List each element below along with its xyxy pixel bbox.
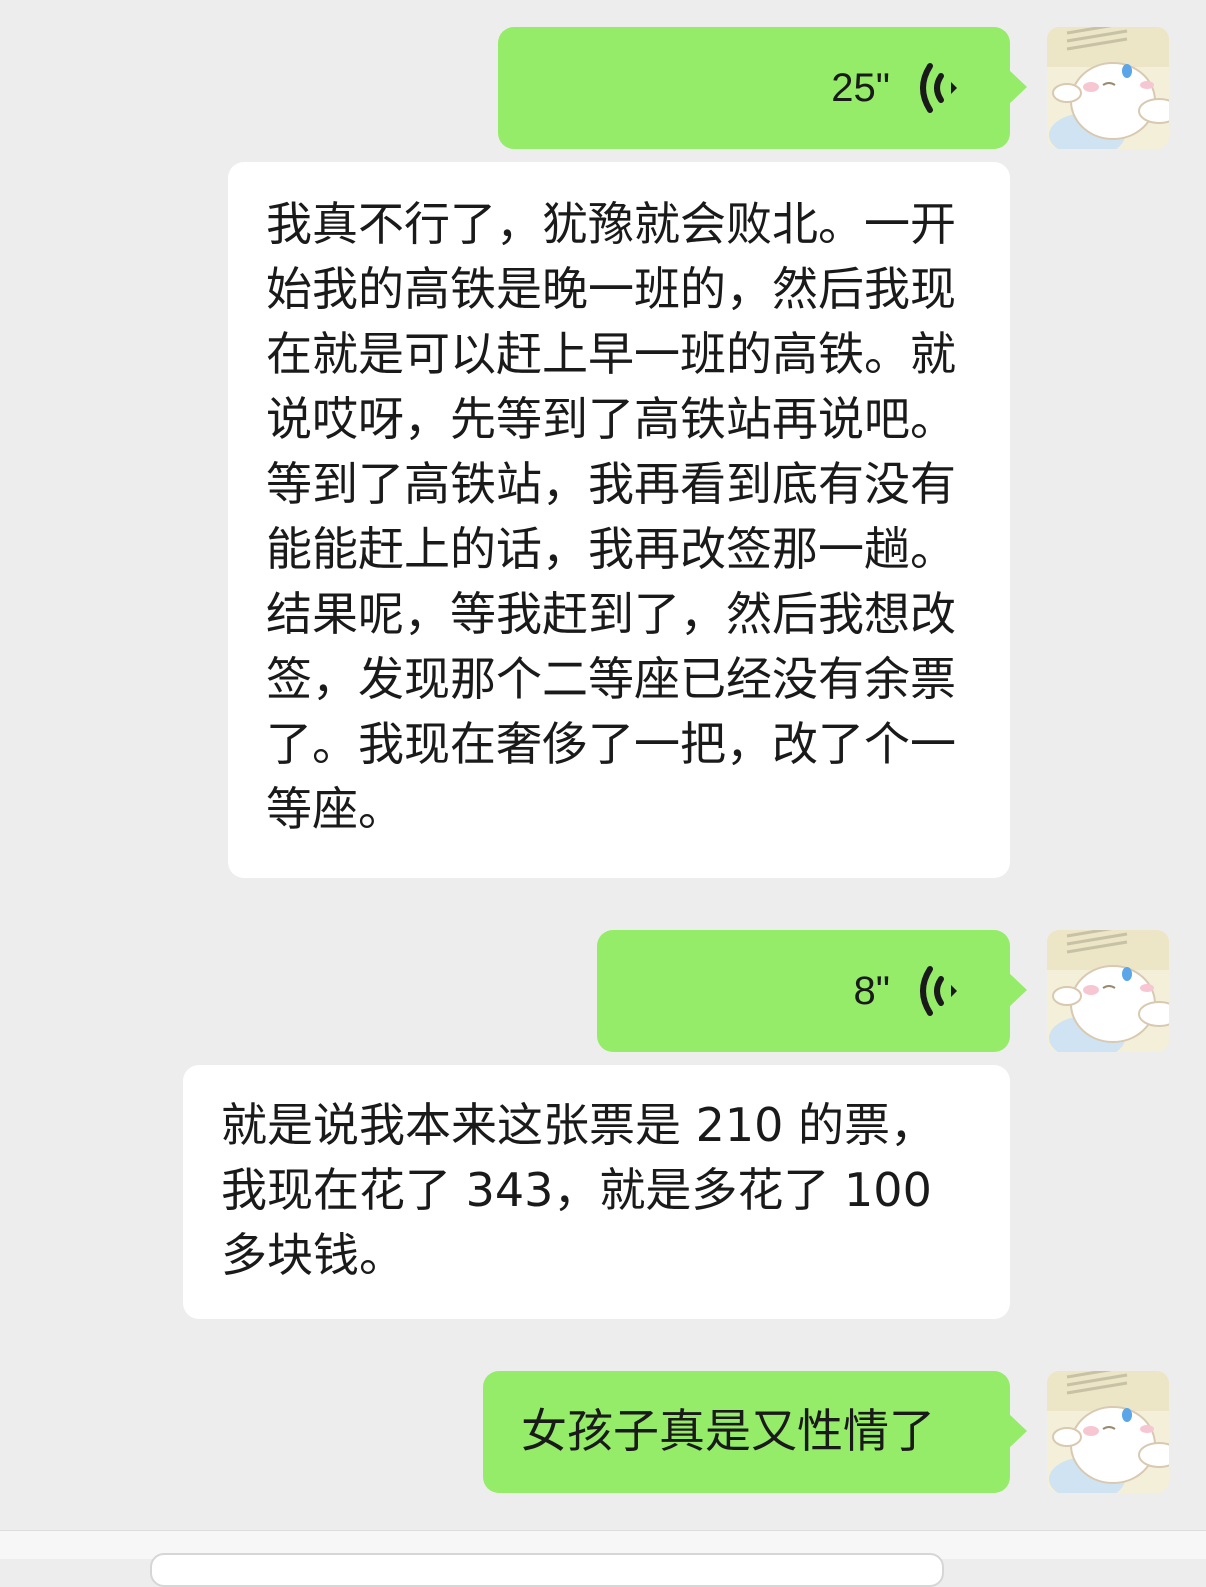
voice-wave-icon (920, 63, 957, 113)
avatar-image (1047, 930, 1169, 1052)
avatar-image (1047, 1371, 1169, 1493)
message-text: 就是说我本来这张票是 210 的票，我现在花了 343，就是多花了 100 多块… (221, 1098, 947, 1282)
text-message-bubble[interactable]: 就是说我本来这张票是 210 的票，我现在花了 343，就是多花了 100 多块… (183, 1065, 1010, 1319)
voice-duration: 25" (831, 65, 890, 110)
voice-duration: 8" (853, 968, 890, 1013)
voice-message-bubble[interactable]: 8" (597, 930, 1027, 1052)
message-input[interactable] (150, 1553, 944, 1587)
input-toolbar (0, 1530, 1206, 1587)
avatar[interactable] (1047, 930, 1169, 1052)
message-text: 女孩子真是又性情了 (521, 1404, 935, 1458)
voice-message-content: 8" (854, 930, 960, 1052)
bubble-tail (1009, 973, 1027, 1007)
avatar[interactable] (1047, 1371, 1169, 1493)
avatar-image (1047, 27, 1169, 149)
message-text: 我真不行了，犹豫就会败北。一开始我的高铁是晚一班的，然后我现在就是可以赶上早一班… (266, 197, 956, 836)
voice-wave-icon (920, 966, 957, 1016)
text-message-bubble[interactable]: 我真不行了，犹豫就会败北。一开始我的高铁是晚一班的，然后我现在就是可以赶上早一班… (228, 162, 1010, 878)
voice-message-bubble[interactable]: 25" (498, 27, 1027, 149)
avatar[interactable] (1047, 27, 1169, 149)
bubble-tail (1009, 1414, 1027, 1448)
bubble-tail (1009, 70, 1027, 104)
voice-message-content: 25" (831, 27, 960, 149)
text-message-bubble[interactable]: 女孩子真是又性情了 (483, 1371, 1027, 1493)
